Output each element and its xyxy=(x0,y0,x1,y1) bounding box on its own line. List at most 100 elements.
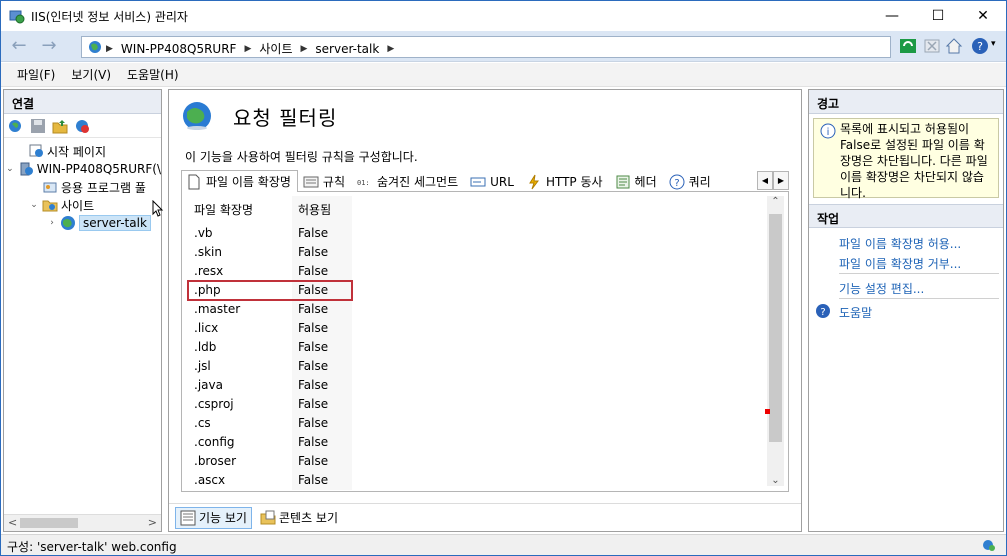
tab-query-strings[interactable]: ? 쿼리 xyxy=(664,170,718,192)
tree-item-server-talk[interactable]: › server-talk xyxy=(4,214,161,232)
back-button[interactable]: ← xyxy=(7,35,31,59)
file-icon xyxy=(188,174,200,189)
scroll-thumb[interactable] xyxy=(769,214,782,442)
tab-file-extensions[interactable]: 파일 이름 확장명 xyxy=(181,170,298,193)
extension-cell: .resx xyxy=(194,264,224,278)
status-globe-icon xyxy=(983,540,995,551)
globe-icon xyxy=(61,216,75,230)
table-row[interactable]: .jsl False xyxy=(188,357,784,376)
table-row[interactable]: .java False xyxy=(188,376,784,395)
scroll-thumb[interactable] xyxy=(20,518,78,528)
menu-file[interactable]: 파일(F) xyxy=(9,66,63,83)
help-icon[interactable]: ? xyxy=(815,303,831,319)
menu-help[interactable]: 도움말(H) xyxy=(119,66,187,83)
scroll-up-icon[interactable]: ⌃ xyxy=(767,196,784,207)
chevron-down-icon[interactable]: ⌄ xyxy=(4,164,16,174)
crumb-separator: ▶ xyxy=(387,43,395,54)
verb-icon xyxy=(529,174,539,189)
delete-connection-icon[interactable] xyxy=(73,117,91,135)
minimize-button[interactable]: — xyxy=(869,1,915,31)
extension-cell: .jsl xyxy=(194,359,211,373)
help-link[interactable]: 도움말 xyxy=(839,304,872,321)
crumb-site[interactable]: server-talk xyxy=(315,42,379,56)
features-view-button[interactable]: 기능 보기 xyxy=(175,506,252,529)
content-view-icon xyxy=(260,510,276,524)
extension-cell: .skin xyxy=(194,245,222,259)
tab-hidden-segments[interactable]: 01: 숨겨진 세그먼트 xyxy=(352,170,465,192)
actions-panel: 경고 i 목록에 표시되고 허용됨이 False로 설정된 파일 이름 확장명은… xyxy=(808,89,1004,532)
extension-cell: .ascx xyxy=(194,473,226,487)
column-header-allowed[interactable]: 허용됨 xyxy=(292,196,352,224)
table-row[interactable]: .cs False xyxy=(188,414,784,433)
extension-cell: .config xyxy=(194,435,235,449)
column-header-extension[interactable]: 파일 확장명 xyxy=(188,196,292,224)
address-box[interactable]: ▶ WIN-PP408Q5RURF ▶ 사이트 ▶ server-talk ▶ xyxy=(81,36,891,58)
status-text: 구성: 'server-talk' web.config xyxy=(7,540,177,554)
refresh-icon[interactable] xyxy=(899,37,917,55)
tree-item-server[interactable]: ⌄ WIN-PP408Q5RURF(\ xyxy=(4,160,161,178)
connections-tree: 시작 페이지 ⌄ WIN-PP408Q5RURF(\ 응용 프로그램 풀 ⌄ 사… xyxy=(4,138,161,232)
list-vscroll[interactable]: ⌃ ⌄ xyxy=(767,196,784,486)
table-row[interactable]: .master False xyxy=(188,300,784,319)
forward-button[interactable]: → xyxy=(37,35,61,59)
help-dropdown-icon[interactable]: ▾ xyxy=(991,39,996,49)
table-row[interactable]: .ldb False xyxy=(188,338,784,357)
tree-item-sites[interactable]: ⌄ 사이트 xyxy=(4,196,161,214)
table-row[interactable]: .skin False xyxy=(188,243,784,262)
crumb-server[interactable]: WIN-PP408Q5RURF xyxy=(121,42,237,56)
home-icon[interactable] xyxy=(945,37,963,55)
url-icon xyxy=(470,177,486,186)
tree-item-app-pools[interactable]: 응용 프로그램 풀 xyxy=(4,178,161,196)
scroll-right-icon[interactable]: > xyxy=(148,516,157,529)
allow-extension-link[interactable]: 파일 이름 확장명 허용... xyxy=(839,235,961,252)
tab-http-verbs[interactable]: HTTP 동사 xyxy=(521,170,610,192)
allowed-cell: False xyxy=(292,319,352,338)
table-row[interactable]: .licx False xyxy=(188,319,784,338)
menu-view[interactable]: 보기(V) xyxy=(63,66,119,83)
table-row[interactable]: .broser False xyxy=(188,452,784,471)
info-icon: i xyxy=(820,123,836,139)
table-row[interactable]: .config False xyxy=(188,433,784,452)
maximize-button[interactable]: ☐ xyxy=(915,1,961,31)
tab-headers[interactable]: 헤더 xyxy=(610,170,664,192)
scroll-left-icon[interactable]: < xyxy=(8,516,17,529)
svg-text:?: ? xyxy=(674,178,679,189)
action-divider xyxy=(839,273,999,274)
table-row[interactable]: .ascx False xyxy=(188,471,784,490)
list-header: 파일 확장명 허용됨 xyxy=(188,196,784,224)
tab-scroll-left-icon[interactable]: ◀ xyxy=(757,171,773,190)
up-folder-icon[interactable] xyxy=(51,117,69,135)
chevron-right-icon[interactable]: › xyxy=(46,218,58,228)
tree-item-start-page[interactable]: 시작 페이지 xyxy=(4,142,161,160)
table-row[interactable]: .php False xyxy=(187,280,353,301)
table-row[interactable]: .csproj False xyxy=(188,395,784,414)
connections-hscroll[interactable]: < > xyxy=(4,514,161,531)
edit-feature-settings-link[interactable]: 기능 설정 편집... xyxy=(839,280,924,297)
deny-extension-link[interactable]: 파일 이름 확장명 거부... xyxy=(839,255,961,272)
table-row[interactable]: .resx False xyxy=(188,262,784,281)
tab-url[interactable]: URL xyxy=(465,170,521,192)
extension-cell: .vb xyxy=(194,226,213,240)
extension-cell: .java xyxy=(194,378,223,392)
crumb-sites[interactable]: 사이트 xyxy=(259,40,292,57)
scroll-down-icon[interactable]: ⌄ xyxy=(767,475,784,486)
server-icon xyxy=(20,162,33,176)
allowed-cell: False xyxy=(292,471,352,490)
crumb-separator: ▶ xyxy=(106,43,113,54)
connect-globe-icon[interactable] xyxy=(7,117,25,135)
table-row[interactable]: .vb False xyxy=(188,224,784,243)
help-icon[interactable]: ? xyxy=(971,37,989,55)
header-icon xyxy=(616,175,630,188)
chevron-down-icon[interactable]: ⌄ xyxy=(28,200,40,210)
feature-tabs: 파일 이름 확장명 규칙 01: 숨겨진 세그먼트 URL HTTP 동사 헤더 xyxy=(181,170,789,193)
content-view-button[interactable]: 콘텐츠 보기 xyxy=(256,507,342,529)
stop-icon[interactable] xyxy=(923,37,941,55)
tab-scroll-right-icon[interactable]: ▶ xyxy=(773,171,789,190)
save-icon[interactable] xyxy=(29,117,47,135)
connections-header: 연결 xyxy=(4,90,161,114)
close-button[interactable]: ✕ xyxy=(960,1,1006,31)
allowed-cell: False xyxy=(292,452,352,471)
tab-rules[interactable]: 규칙 xyxy=(298,170,352,192)
allowed-cell: False xyxy=(292,262,352,281)
request-filtering-globe-icon xyxy=(183,102,211,130)
